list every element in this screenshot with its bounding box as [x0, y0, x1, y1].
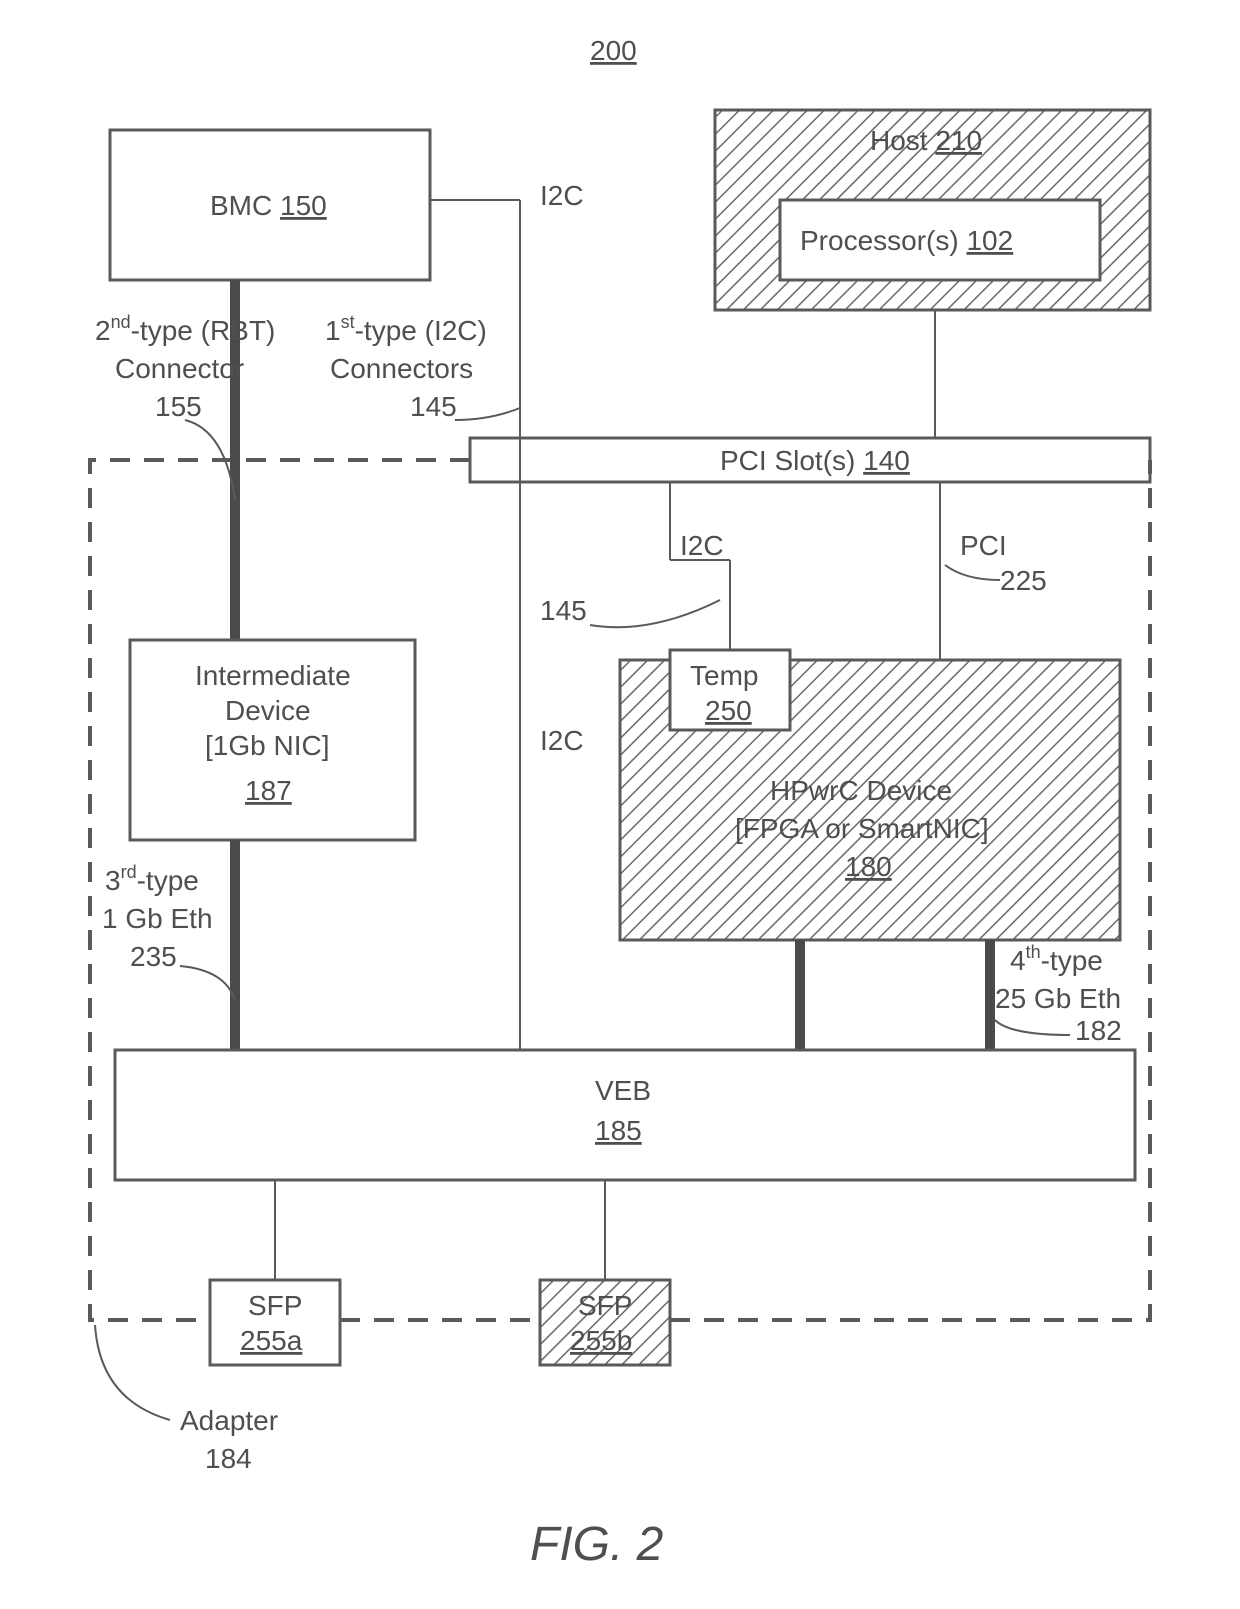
svg-text:3rd-type: 3rd-type	[105, 862, 199, 896]
i2c-ref-branch: 145	[540, 595, 587, 626]
bmc-label: BMC 150	[210, 190, 327, 221]
sfp-b-label: SFP	[578, 1290, 632, 1321]
adapter-ref: 184	[205, 1443, 252, 1474]
svg-text:145: 145	[410, 391, 457, 422]
veb-label: VEB	[595, 1075, 651, 1106]
sfp-a-label: SFP	[248, 1290, 302, 1321]
hpwrc-label2: [FPGA or SmartNIC]	[735, 813, 989, 844]
i2c-label-branch: I2C	[680, 530, 724, 561]
svg-text:Connectors: Connectors	[330, 353, 473, 384]
i2c-label-mid: I2C	[540, 725, 584, 756]
pci-slot-label: PCI Slot(s) 140	[720, 445, 910, 476]
svg-text:4th-type: 4th-type	[1010, 942, 1103, 976]
temp-ref: 250	[705, 695, 752, 726]
pci-label: PCI	[960, 530, 1007, 561]
hpwrc-ref: 180	[845, 851, 892, 882]
sfp-b-ref: 255b	[570, 1325, 632, 1356]
intermediate-label2: Device	[225, 695, 311, 726]
hpwrc-label: HPwrC Device	[770, 775, 952, 806]
figure-number-top: 200	[590, 35, 637, 66]
intermediate-label3: [1Gb NIC]	[205, 730, 329, 761]
svg-text:235: 235	[130, 941, 177, 972]
conn3-label: 3rd-type 1 Gb Eth 235	[102, 862, 213, 972]
figure-caption: FIG. 2	[530, 1518, 663, 1571]
pci-ref: 225	[1000, 565, 1047, 596]
svg-text:145: 145	[540, 595, 587, 626]
host-label: Host 210	[870, 125, 982, 156]
sfp-a-ref: 255a	[240, 1325, 303, 1356]
svg-text:25 Gb Eth: 25 Gb Eth	[995, 983, 1121, 1014]
svg-text:2nd-type (RBT): 2nd-type (RBT)	[95, 312, 275, 346]
svg-text:Connector: Connector	[115, 353, 244, 384]
svg-text:1st-type (I2C): 1st-type (I2C)	[325, 312, 487, 346]
intermediate-ref: 187	[245, 775, 292, 806]
adapter-label: Adapter	[180, 1405, 278, 1436]
svg-text:182: 182	[1075, 1015, 1122, 1046]
temp-label: Temp	[690, 660, 758, 691]
veb-ref: 185	[595, 1115, 642, 1146]
intermediate-label: Intermediate	[195, 660, 351, 691]
rbt-connector-label: 2nd-type (RBT) Connector 155	[95, 312, 275, 422]
svg-text:1 Gb Eth: 1 Gb Eth	[102, 903, 213, 934]
i2c-connector-label: 1st-type (I2C) Connectors 145	[325, 312, 487, 422]
processor-label: Processor(s) 102	[800, 225, 1013, 256]
svg-text:155: 155	[155, 391, 202, 422]
i2c-label-top: I2C	[540, 180, 584, 211]
